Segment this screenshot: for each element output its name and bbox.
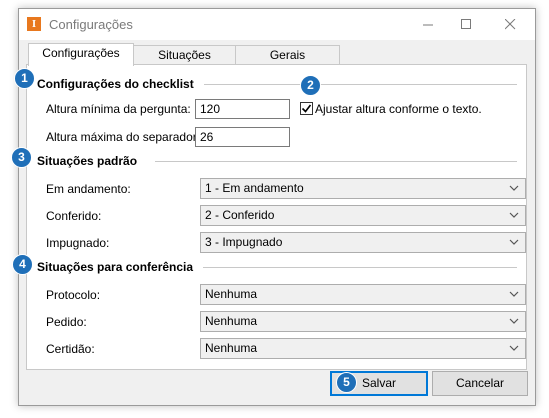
conferido-select[interactable]: 2 - Conferido bbox=[200, 205, 526, 226]
configuracoes-dialog: I Configurações Configurações Situações … bbox=[18, 8, 536, 406]
pedido-select[interactable]: Nenhuma bbox=[200, 311, 526, 332]
close-button[interactable] bbox=[493, 9, 527, 40]
min-height-label: Altura mínima da pergunta: bbox=[46, 102, 191, 116]
pedido-label: Pedido: bbox=[46, 315, 87, 329]
tab-gerais[interactable]: Gerais bbox=[235, 45, 340, 65]
checklist-divider bbox=[204, 84, 517, 85]
save-button-label: Salvar bbox=[361, 376, 396, 390]
em-andamento-label: Em andamento: bbox=[46, 182, 131, 196]
pedido-value: Nenhuma bbox=[205, 314, 258, 328]
annotation-badge-4: 4 bbox=[12, 254, 33, 275]
app-icon: I bbox=[27, 17, 41, 31]
cancel-button[interactable]: Cancelar bbox=[432, 371, 528, 396]
annotation-badge-2: 2 bbox=[300, 75, 321, 96]
maximize-button[interactable] bbox=[449, 9, 483, 40]
min-height-input[interactable]: 120 bbox=[195, 99, 290, 119]
impugnado-value: 3 - Impugnado bbox=[205, 235, 283, 249]
tab-situacoes[interactable]: Situações bbox=[132, 45, 237, 65]
checklist-heading: Configurações do checklist bbox=[37, 77, 194, 91]
configuracoes-panel: Configurações do checklist Altura mínima… bbox=[26, 64, 527, 370]
impugnado-label: Impugnado: bbox=[46, 236, 110, 250]
protocolo-select[interactable]: Nenhuma bbox=[200, 284, 526, 305]
adjust-height-checkbox[interactable] bbox=[300, 102, 313, 115]
protocolo-label: Protocolo: bbox=[46, 288, 101, 302]
maximize-icon bbox=[460, 19, 471, 29]
default-situations-heading: Situações padrão bbox=[37, 154, 138, 168]
minimize-button[interactable] bbox=[411, 9, 445, 40]
chevron-down-icon bbox=[509, 318, 519, 324]
certidao-label: Certidão: bbox=[46, 342, 95, 356]
annotation-badge-5: 5 bbox=[336, 372, 357, 393]
cancel-button-label: Cancelar bbox=[455, 376, 505, 390]
chevron-down-icon bbox=[509, 212, 519, 218]
conference-situations-divider bbox=[203, 267, 517, 268]
checkmark-icon bbox=[301, 104, 312, 113]
chevron-down-icon bbox=[509, 239, 519, 245]
conferido-label: Conferido: bbox=[46, 209, 102, 223]
window-title: Configurações bbox=[49, 17, 133, 32]
close-icon bbox=[504, 19, 515, 30]
certidao-value: Nenhuma bbox=[205, 341, 258, 355]
title-bar[interactable]: I Configurações bbox=[19, 9, 535, 40]
em-andamento-select[interactable]: 1 - Em andamento bbox=[200, 178, 526, 199]
chevron-down-icon bbox=[509, 345, 519, 351]
adjust-height-label[interactable]: Ajustar altura conforme o texto. bbox=[315, 102, 482, 116]
tab-configuracoes[interactable]: Configurações bbox=[28, 43, 134, 66]
em-andamento-value: 1 - Em andamento bbox=[205, 181, 304, 195]
default-situations-divider bbox=[155, 161, 517, 162]
minimize-icon bbox=[422, 24, 433, 26]
max-height-label: Altura máxima do separador: bbox=[46, 130, 201, 144]
annotation-badge-3: 3 bbox=[11, 147, 32, 168]
annotation-badge-1: 1 bbox=[14, 68, 35, 89]
certidao-select[interactable]: Nenhuma bbox=[200, 338, 526, 359]
conference-situations-heading: Situações para conferência bbox=[37, 260, 194, 274]
chevron-down-icon bbox=[509, 185, 519, 191]
impugnado-select[interactable]: 3 - Impugnado bbox=[200, 232, 526, 253]
conferido-value: 2 - Conferido bbox=[205, 208, 275, 222]
max-height-input[interactable]: 26 bbox=[195, 127, 290, 147]
protocolo-value: Nenhuma bbox=[205, 287, 258, 301]
chevron-down-icon bbox=[509, 291, 519, 297]
tab-bar: Configurações Situações Gerais bbox=[19, 41, 535, 66]
